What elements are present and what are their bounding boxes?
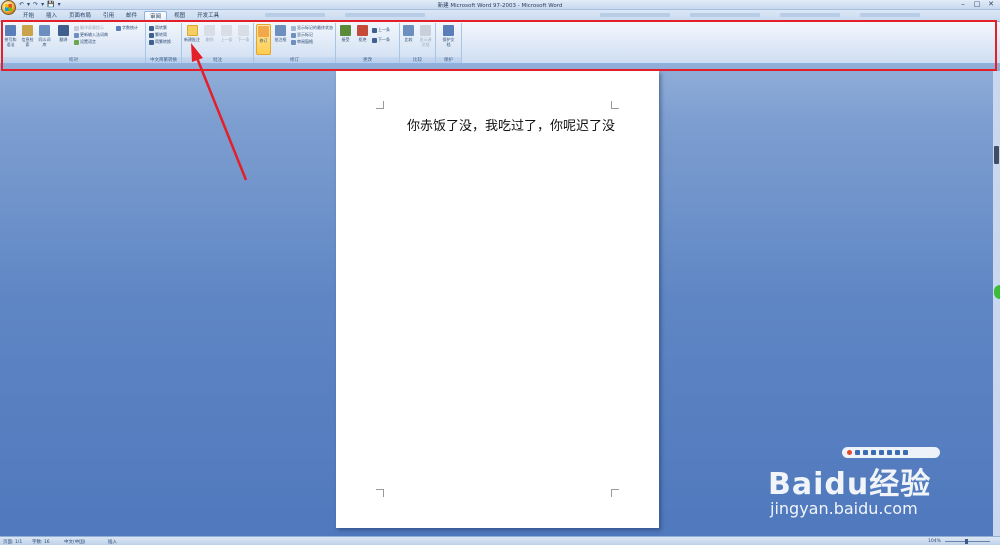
page-count[interactable]: 页面: 1/1 xyxy=(3,539,22,545)
toolbar-icon xyxy=(887,450,892,455)
arrow-line xyxy=(195,57,248,181)
toolbar-icon xyxy=(903,450,908,455)
status-bar: 页面: 1/1 字数: 16 中文(中国) 插入 104% xyxy=(0,536,1000,545)
toolbar-dot-icon xyxy=(847,450,852,455)
office-button[interactable] xyxy=(1,0,16,15)
watermark-brand: Baidu经验 xyxy=(768,467,932,502)
insert-mode[interactable]: 插入 xyxy=(108,539,117,545)
watermark-toolbar xyxy=(842,447,940,458)
language-status[interactable]: 中文(中国) xyxy=(64,539,86,545)
zoom-level[interactable]: 104% xyxy=(928,539,941,544)
toolbar-icon xyxy=(855,450,860,455)
office-logo-icon xyxy=(5,4,12,11)
toolbar-icon xyxy=(879,450,884,455)
toolbar-icon xyxy=(895,450,900,455)
word-count[interactable]: 字数: 16 xyxy=(32,539,50,545)
watermark-url: jingyan.baidu.com xyxy=(770,499,918,518)
arrow-head xyxy=(191,43,203,62)
toolbar-icon xyxy=(863,450,868,455)
toolbar-icon xyxy=(871,450,876,455)
zoom-slider-thumb[interactable] xyxy=(965,539,968,544)
